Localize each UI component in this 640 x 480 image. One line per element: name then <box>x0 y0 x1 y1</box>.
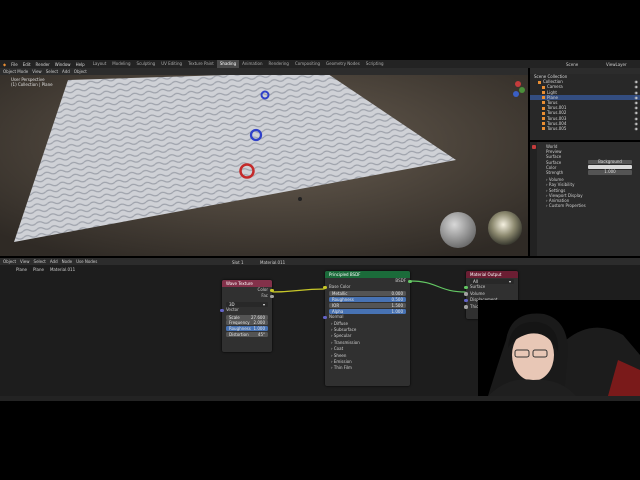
wave-node-title[interactable]: Wave Texture <box>222 280 272 287</box>
node-field[interactable]: Distortion 45° <box>226 331 268 337</box>
principled-bsdf-node[interactable]: Principled BSDF BSDF Base Color Metallic… <box>323 271 412 386</box>
node-field[interactable]: Alpha 1.000 <box>329 308 406 314</box>
tab-rendering[interactable]: Rendering <box>266 60 292 68</box>
strength-row: Strength 1.000 <box>538 170 640 175</box>
object-icon <box>542 127 545 131</box>
input-socket[interactable] <box>464 305 468 309</box>
viewport-add-menu[interactable]: Add <box>62 69 70 74</box>
properties-tabs <box>530 142 537 256</box>
menu-render[interactable]: Render <box>36 62 50 67</box>
object-icon <box>542 122 545 126</box>
scene-selector[interactable]: Scene <box>566 62 578 67</box>
node-field[interactable]: Roughness 0.500 <box>329 297 406 303</box>
node-field[interactable]: Frequency 2.000 <box>226 320 268 326</box>
blender-logo-icon[interactable]: ◆ <box>3 62 6 67</box>
surface-value[interactable]: Background <box>588 159 632 165</box>
object-icon <box>542 106 545 110</box>
viewport-scene <box>0 68 528 256</box>
bsdf-panel[interactable]: › Thin Film <box>325 365 410 371</box>
wave-texture-node[interactable]: Wave Texture Color Fac 3D ▾ Vector Scale 2… <box>220 280 274 352</box>
tab-layout[interactable]: Layout <box>90 60 110 68</box>
object-icon <box>542 96 545 100</box>
viewport-object-menu[interactable]: Object <box>74 69 87 74</box>
node-field[interactable]: Metallic 0.000 <box>329 291 406 297</box>
tab-uv-editing[interactable]: UV Editing <box>158 60 185 68</box>
chevron-right-icon: › <box>331 333 333 339</box>
object-icon <box>538 80 541 84</box>
input-socket[interactable] <box>464 298 468 303</box>
hdri-preview-ball <box>488 211 522 245</box>
outliner-item[interactable]: Torus.005 ◉ <box>530 126 640 131</box>
webcam-overlay <box>478 300 640 396</box>
viewport-info: User Perspective (1) Collection | Plane <box>11 77 53 87</box>
dimension-dropdown[interactable]: 3D ▾ <box>226 301 268 307</box>
tab-texture-paint[interactable]: Texture Paint <box>185 60 217 68</box>
chevron-right-icon: › <box>331 327 333 332</box>
properties-section[interactable]: › Custom Properties <box>538 203 640 208</box>
properties-panel: World Preview Surface Surface Background… <box>530 142 640 256</box>
view-layer-selector[interactable]: ViewLayer <box>606 62 627 67</box>
world-tab-icon[interactable] <box>531 145 536 149</box>
collection-label: (1) Collection | Plane <box>11 82 53 87</box>
output-node-title[interactable]: Material Output <box>466 271 518 278</box>
chevron-right-icon: › <box>331 339 333 345</box>
object-icon <box>542 101 545 105</box>
eye-icon[interactable]: ◉ <box>635 126 639 131</box>
viewport-select-menu[interactable]: Select <box>46 69 58 74</box>
node-field[interactable]: IOR 1.500 <box>329 302 406 308</box>
material-preview-ball <box>440 212 476 248</box>
vector-input-socket[interactable] <box>220 308 224 313</box>
chevron-down-icon: ▾ <box>508 278 511 284</box>
menu-help[interactable]: Help <box>76 62 85 67</box>
object-icon <box>542 91 545 95</box>
tab-scripting[interactable]: Scripting <box>363 60 387 68</box>
chevron-down-icon: ▾ <box>262 301 265 307</box>
normal-input-socket[interactable] <box>323 315 327 320</box>
top-bar: ◆ File Edit Render Window Help Layout Mo… <box>0 60 640 68</box>
tab-animation[interactable]: Animation <box>239 60 265 68</box>
viewport-header: Object Mode View Select Add Object <box>0 68 528 75</box>
color-output-socket[interactable] <box>270 288 274 292</box>
bsdf-output-socket[interactable] <box>408 279 412 283</box>
tab-compositing[interactable]: Compositing <box>292 60 323 68</box>
chevron-right-icon: › <box>331 352 333 358</box>
chevron-right-icon: › <box>331 358 333 364</box>
tab-modeling[interactable]: Modeling <box>109 60 133 68</box>
tab-shading[interactable]: Shading <box>216 60 240 68</box>
menu-window[interactable]: Window <box>55 62 71 67</box>
menu-file[interactable]: File <box>11 62 18 67</box>
object-icon <box>542 117 545 120</box>
mode-selector[interactable]: Object Mode <box>3 69 28 74</box>
tab-sculpting[interactable]: Sculpting <box>134 60 159 68</box>
node-field[interactable]: Roughness 1.000 <box>226 325 268 331</box>
bsdf-node-title[interactable]: Principled BSDF <box>325 271 410 278</box>
input-socket[interactable] <box>464 292 468 296</box>
strength-value[interactable]: 1.000 <box>588 170 632 175</box>
outliner: Scene Collection Collection ◉ Camera ◉ Light… <box>530 68 640 140</box>
viewport-view-menu[interactable]: View <box>32 69 42 74</box>
chevron-right-icon: › <box>331 365 333 371</box>
node-field[interactable]: Scale 27.600 <box>226 314 268 320</box>
chevron-right-icon: › <box>331 346 333 352</box>
tab-geometry-nodes[interactable]: Geometry Nodes <box>323 60 363 68</box>
3d-viewport[interactable]: Object Mode View Select Add Object User … <box>0 68 528 256</box>
object-icon <box>542 85 545 89</box>
base-color-input-socket[interactable] <box>323 285 327 290</box>
status-bar <box>0 396 640 401</box>
input-socket[interactable] <box>464 285 468 290</box>
chevron-right-icon: › <box>331 320 333 326</box>
streamer-webcam <box>478 300 640 396</box>
menu-edit[interactable]: Edit <box>23 62 31 67</box>
chevron-right-icon: › <box>546 203 548 209</box>
object-icon <box>542 111 545 115</box>
output-target-dropdown[interactable]: All ▾ <box>470 278 514 284</box>
